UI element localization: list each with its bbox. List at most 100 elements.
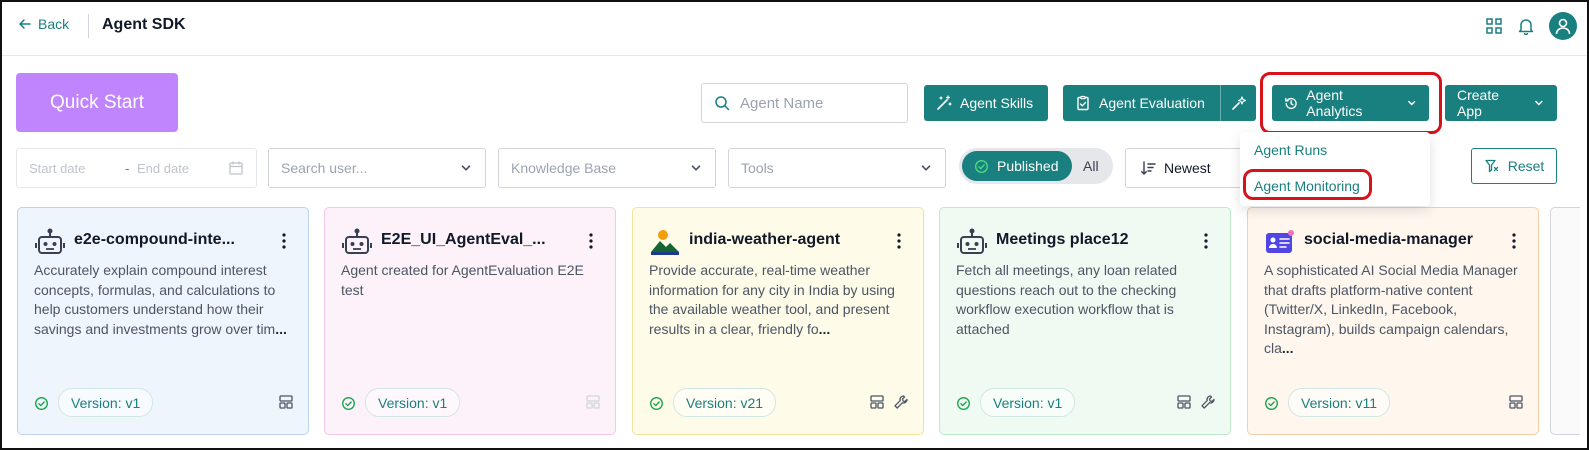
robot-icon — [342, 228, 372, 254]
sparkle-wand-icon — [1231, 96, 1246, 110]
clipboard-check-icon — [1077, 95, 1089, 111]
user-select[interactable]: Search user... — [268, 148, 486, 188]
knowledge-base-select[interactable]: Knowledge Base — [498, 148, 716, 188]
description-text: Fetch all meetings, any loan related que… — [956, 262, 1178, 337]
card-tool-icons — [869, 394, 909, 410]
description-ellipsis: ... — [818, 320, 831, 337]
version-badge: Version: v21 — [673, 388, 777, 417]
tools-select[interactable]: Tools — [728, 148, 946, 188]
reset-button[interactable]: Reset — [1471, 148, 1557, 184]
reset-label: Reset — [1507, 158, 1545, 174]
agent-card-title[interactable]: social-media-manager — [1304, 231, 1499, 249]
menu-item-agent-runs[interactable]: Agent Runs — [1254, 142, 1327, 158]
version-badge: Version: v11 — [1288, 388, 1391, 417]
knowledge-base-placeholder: Knowledge Base — [511, 160, 617, 176]
agent-card[interactable]: social-media-manager A sophisticated AI … — [1247, 207, 1539, 435]
robot-icon — [957, 228, 987, 254]
check-circle-icon — [650, 397, 663, 410]
back-button[interactable]: Back — [18, 16, 69, 32]
description-text: Accurately explain compound interest con… — [34, 262, 276, 337]
apps-grid-icon[interactable] — [1485, 17, 1503, 35]
agent-card-title[interactable]: e2e-compound-inte... — [74, 231, 269, 249]
bell-icon[interactable] — [1517, 17, 1535, 35]
agent-search[interactable] — [701, 83, 908, 123]
page-title: Agent SDK — [102, 16, 186, 33]
toggle-published[interactable]: Published — [962, 151, 1072, 181]
chevron-down-icon — [461, 165, 471, 171]
agent-card-description: A sophisticated AI Social Media Manager … — [1264, 261, 1528, 359]
back-label: Back — [38, 16, 70, 32]
agent-card-title[interactable]: Meetings place12 — [996, 231, 1191, 249]
agent-card[interactable]: e2e-compound-inte... Accurately explain … — [17, 207, 309, 435]
description-ellipsis: ... — [1281, 340, 1294, 356]
agent-card[interactable]: Meetings place12 Fetch all meetings, any… — [939, 207, 1231, 435]
more-vertical-icon[interactable] — [276, 232, 292, 250]
date-separator: - — [125, 160, 130, 176]
check-circle-icon — [975, 159, 988, 173]
landscape-icon — [651, 230, 679, 255]
more-vertical-icon[interactable] — [1506, 232, 1522, 250]
agent-card-partial[interactable] — [1550, 207, 1580, 435]
description-text: A sophisticated AI Social Media Manager … — [1264, 262, 1518, 356]
agent-analytics-button[interactable]: Agent Analytics — [1272, 85, 1429, 121]
check-circle-icon — [35, 397, 48, 410]
description-ellipsis: ... — [275, 320, 287, 337]
version-badge: Version: v1 — [365, 388, 461, 417]
agent-card-title[interactable]: E2E_UI_AgentEval_... — [381, 231, 576, 249]
description-text: Agent created for AgentEvaluation E2E te… — [341, 262, 584, 298]
start-date-field[interactable]: Start date — [29, 161, 85, 176]
agent-card-description: Agent created for AgentEvaluation E2E te… — [341, 261, 605, 300]
agent-evaluation-ai-button[interactable] — [1220, 85, 1256, 121]
date-range-picker[interactable]: Start date - End date — [16, 148, 257, 188]
published-toggle: Published All — [959, 148, 1113, 184]
agent-card-title[interactable]: india-weather-agent — [689, 231, 884, 249]
history-icon — [1285, 97, 1297, 109]
user-avatar[interactable] — [1549, 12, 1577, 40]
agent-analytics-label: Agent Analytics — [1306, 87, 1363, 119]
user-icon — [1555, 18, 1571, 35]
layout-icon — [279, 395, 293, 409]
analytics-dropdown-menu: Agent Runs Agent Monitoring — [1240, 132, 1430, 206]
agent-skills-label: Agent Skills — [960, 95, 1034, 111]
version-badge: Version: v1 — [980, 388, 1076, 417]
id-card-icon — [1266, 230, 1294, 253]
sort-select[interactable]: Newest — [1125, 148, 1240, 188]
wrench-icon — [1201, 395, 1215, 409]
sort-descending-icon — [1141, 161, 1156, 175]
version-badge: Version: v1 — [58, 388, 154, 417]
agent-skills-button[interactable]: Agent Skills — [924, 85, 1048, 121]
card-tool-icons — [1508, 394, 1524, 410]
agent-name-input[interactable] — [740, 94, 890, 112]
top-header: Back Agent SDK — [2, 2, 1587, 56]
agent-evaluation-button[interactable]: Agent Evaluation — [1063, 85, 1220, 121]
wrench-icon — [894, 395, 908, 409]
chevron-down-icon — [921, 165, 931, 171]
end-date-field[interactable]: End date — [137, 161, 189, 176]
toggle-published-label: Published — [997, 158, 1059, 174]
calendar-icon — [229, 161, 243, 175]
create-app-button[interactable]: Create App — [1445, 85, 1557, 121]
card-tool-icons — [1176, 394, 1216, 410]
description-text: Provide accurate, real-time weather info… — [649, 262, 895, 337]
magic-wand-icon — [937, 95, 952, 110]
arrow-left-icon — [19, 19, 31, 29]
agent-card-description: Fetch all meetings, any loan related que… — [956, 261, 1220, 339]
more-vertical-icon[interactable] — [583, 232, 599, 250]
more-vertical-icon[interactable] — [1198, 232, 1214, 250]
check-circle-icon — [1265, 397, 1278, 410]
menu-item-agent-monitoring[interactable]: Agent Monitoring — [1254, 178, 1360, 194]
check-circle-icon — [342, 397, 355, 410]
toggle-all[interactable]: All — [1083, 158, 1099, 174]
chevron-down-icon — [1407, 100, 1415, 106]
more-vertical-icon[interactable] — [891, 232, 907, 250]
agent-card[interactable]: india-weather-agent Provide accurate, re… — [632, 207, 924, 435]
search-icon — [715, 96, 730, 111]
create-app-label: Create App — [1457, 87, 1500, 119]
card-tool-icons — [278, 394, 294, 410]
quick-start-button[interactable]: Quick Start — [16, 73, 178, 132]
agent-card[interactable]: E2E_UI_AgentEval_... Agent created for A… — [324, 207, 616, 435]
app-window: Back Agent SDK Quick Start Agent Skills … — [0, 0, 1589, 450]
agent-card-description: Accurately explain compound interest con… — [34, 261, 298, 339]
card-tool-icons — [585, 394, 601, 410]
chevron-down-icon — [1535, 100, 1543, 106]
